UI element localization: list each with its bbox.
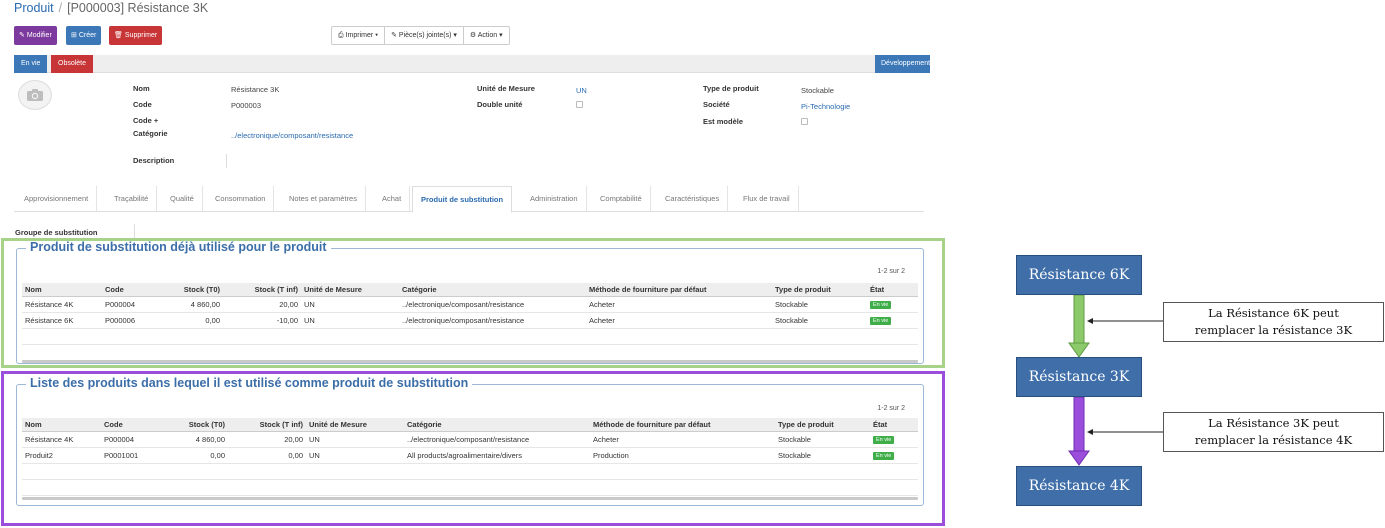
note-connector-1 — [1087, 318, 1163, 324]
note-substitution-3k: La Résistance 3K peut remplacer la résis… — [1163, 412, 1384, 452]
note-line: remplacer la résistance 3K — [1194, 323, 1353, 337]
note-substitution-6k: La Résistance 6K peut remplacer la résis… — [1163, 302, 1384, 342]
note-connector-2 — [1087, 429, 1163, 435]
node-resistance-4k: Résistance 4K — [1016, 466, 1142, 506]
node-resistance-3k: Résistance 3K — [1016, 357, 1142, 397]
note-line: remplacer la résistance 4K — [1194, 433, 1353, 447]
note-line: La Résistance 3K peut — [1208, 416, 1339, 430]
green-arrow — [1068, 294, 1090, 358]
purple-arrow — [1068, 396, 1090, 466]
node-resistance-6k: Résistance 6K — [1016, 255, 1142, 295]
note-line: La Résistance 6K peut — [1208, 306, 1339, 320]
